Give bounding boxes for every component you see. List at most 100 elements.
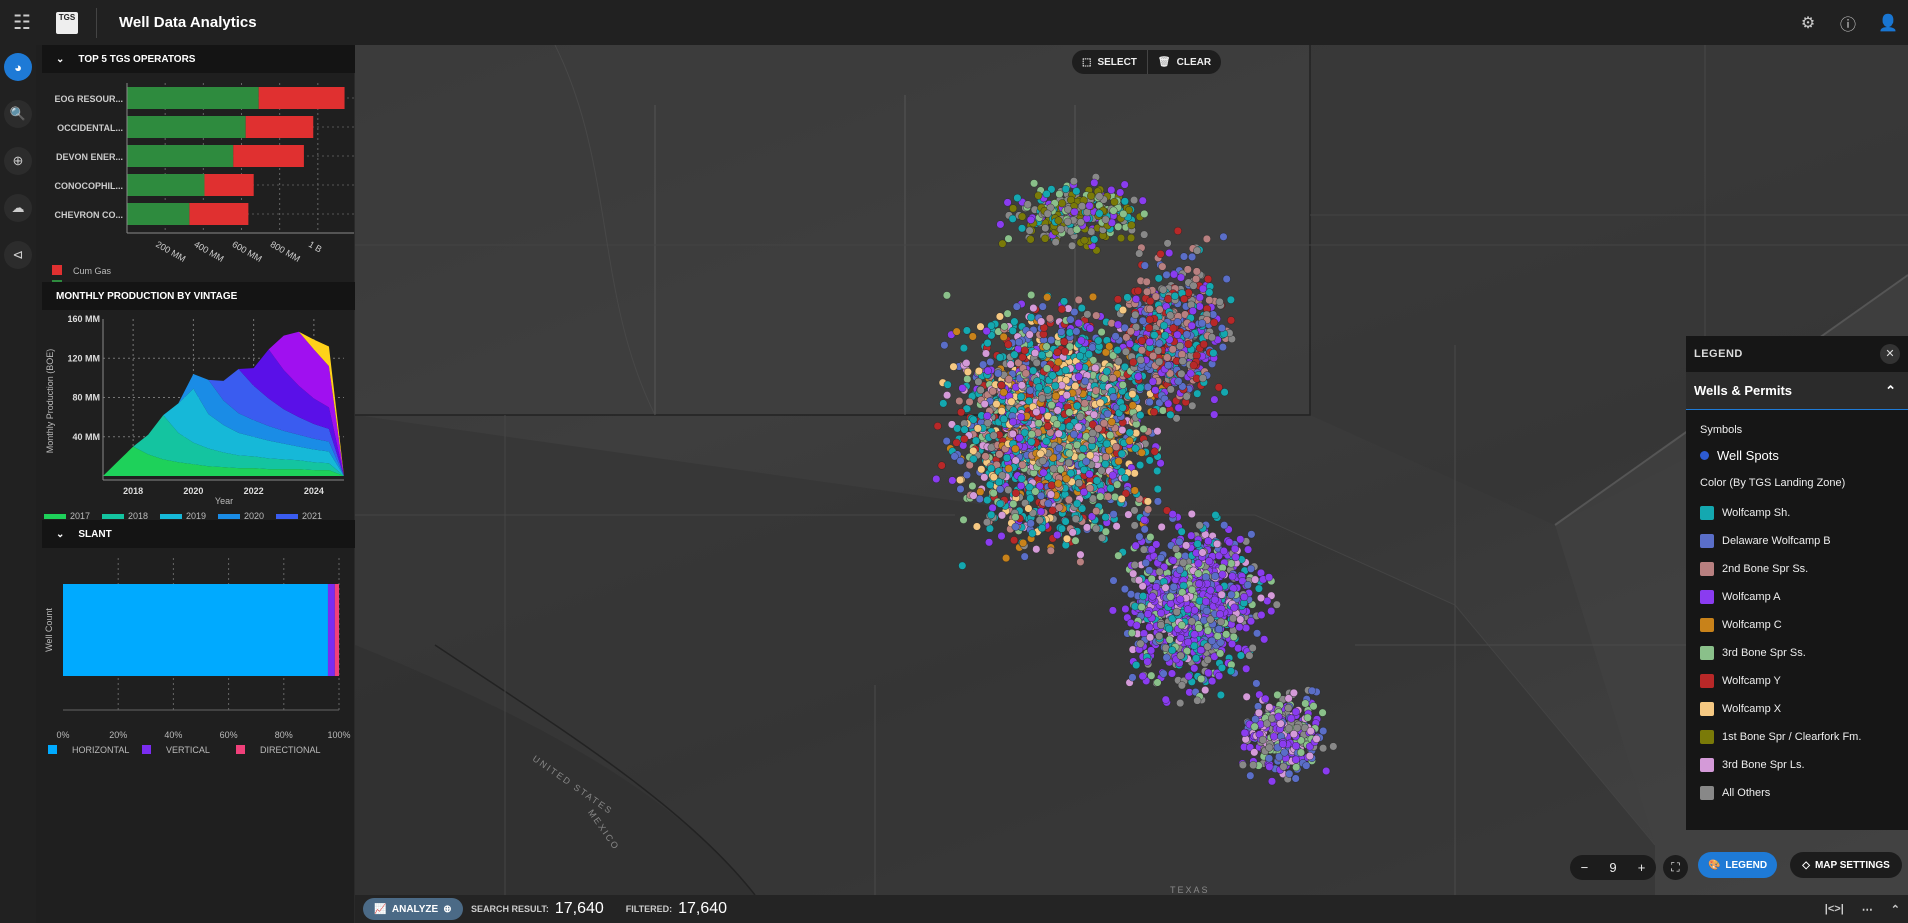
legend-item[interactable]: Delaware Wolfcamp B [1686,527,1908,555]
well-spot [1131,470,1139,478]
select-label: SELECT [1097,57,1136,68]
well-spot [1127,234,1135,242]
apps-grid-icon[interactable]: ☷ [0,10,44,35]
well-spot [1121,585,1129,593]
well-spot [1164,295,1172,303]
well-spot [1085,351,1093,359]
well-spot [1032,488,1040,496]
expand-width-icon[interactable]: |<>| [1825,903,1844,916]
well-spot [1058,200,1066,208]
well-spot [1026,387,1034,395]
trash-icon: 🗑 [1158,57,1171,68]
legend-item[interactable]: Wolfcamp C [1686,611,1908,639]
well-spot [1077,558,1085,566]
legend-button[interactable]: 🎨LEGEND [1698,852,1777,878]
well-spot [963,327,971,335]
category-label: CHEVRON CO... [54,210,123,220]
category-label: DEVON ENER... [56,152,123,162]
well-spot [1027,314,1035,322]
well-spot [1146,398,1154,406]
expand-up-icon[interactable]: ⌃ [1891,903,1900,916]
well-spot [1135,373,1143,381]
map-canvas[interactable]: UNITED STATES MEXICO TEXAS [355,45,1908,895]
map-settings-button[interactable]: ◇MAP SETTINGS [1790,852,1902,878]
x-tick-label: 2020 [183,486,203,496]
well-spot [1018,225,1026,233]
analyze-button[interactable]: 📈ANALYZE⊕ [363,898,463,920]
legend-item[interactable]: Wolfcamp A [1686,583,1908,611]
well-spot [1049,372,1057,380]
well-spot [1038,351,1046,359]
section-header-monthly[interactable]: MONTHLY PRODUCTION BY VINTAGE [42,282,385,310]
well-spot [1005,235,1013,243]
well-spot [1019,353,1027,361]
well-spot [1146,338,1154,346]
well-spot [1285,704,1293,712]
well-spot [1227,667,1235,675]
section-header-slant[interactable]: ⌄SLANT [42,520,385,548]
well-spot [1091,236,1099,244]
well-spot [1078,304,1086,312]
close-icon[interactable]: ✕ [1880,344,1900,364]
color-swatch [1700,534,1714,548]
legend-item[interactable]: 2nd Bone Spr Ss. [1686,555,1908,583]
well-spot [1004,199,1012,207]
well-spot [1063,535,1071,543]
section-header-top5[interactable]: ⌄TOP 5 TGS OPERATORS [42,45,385,73]
well-spot [964,368,972,376]
legend-item[interactable]: Wolfcamp Y [1686,667,1908,695]
zoom-in-button[interactable]: + [1638,860,1646,875]
legend-item[interactable]: Wolfcamp X [1686,695,1908,723]
well-spot [1178,370,1186,378]
filtered-label: FILTERED: [626,904,672,914]
legend-item[interactable]: 3rd Bone Spr Ss. [1686,639,1908,667]
select-button[interactable]: ⬚SELECT [1072,50,1147,74]
user-icon[interactable]: 👤 [1868,13,1908,33]
dashboard-icon[interactable]: ◕ [4,53,32,81]
well-spot [1149,593,1157,601]
legend-section-wells[interactable]: Wells & Permits⌃ [1686,372,1908,410]
clear-button[interactable]: 🗑CLEAR [1147,50,1221,74]
well-spot [1266,763,1274,771]
legend-item[interactable]: Wolfcamp Sh. [1686,499,1908,527]
well-spot [1092,525,1100,533]
cloud-download-icon[interactable]: ☁ [4,194,32,222]
well-spot [1115,552,1123,560]
bar-horizontal [63,584,328,676]
well-spot [1174,227,1182,235]
legend-item[interactable]: 3rd Bone Spr Ls. [1686,751,1908,779]
legend-item-label: 3rd Bone Spr Ss. [1722,647,1806,659]
well-spot [1202,598,1210,606]
well-spot [1137,640,1145,648]
zoom-search-icon[interactable]: ⊕ [4,147,32,175]
more-icon[interactable]: ⋯ [1862,903,1873,916]
zoom-control: − 9 + [1570,855,1656,880]
share-icon[interactable]: ⊲ [4,241,32,269]
well-spot [1066,409,1074,417]
well-spot [1080,445,1088,453]
help-icon[interactable]: ⓘ [1828,11,1868,35]
well-spot [989,504,997,512]
well-spot [1190,362,1198,370]
well-spot [1140,425,1148,433]
well-spot [1281,749,1289,757]
map-settings-label: MAP SETTINGS [1815,860,1890,871]
well-spot [1129,570,1137,578]
well-spot [1102,216,1110,224]
well-spot [1043,190,1051,198]
well-spot [997,500,1005,508]
fullscreen-button[interactable]: ⛶ [1663,855,1688,880]
search-icon[interactable]: 🔍 [4,100,32,128]
legend-item[interactable]: All Others [1686,779,1908,807]
legend-item[interactable]: 1st Bone Spr / Clearfork Fm. [1686,723,1908,751]
map-layer[interactable] [355,45,1908,895]
well-spot [1219,343,1227,351]
well-spot [1260,636,1268,644]
well-spot [1075,423,1083,431]
well-spot [1126,340,1134,348]
well-spot [966,398,974,406]
zoom-out-button[interactable]: − [1581,860,1589,875]
gear-icon[interactable]: ⚙ [1788,13,1828,33]
plus-circle-icon: ⊕ [443,904,451,915]
color-swatch [1700,562,1714,576]
